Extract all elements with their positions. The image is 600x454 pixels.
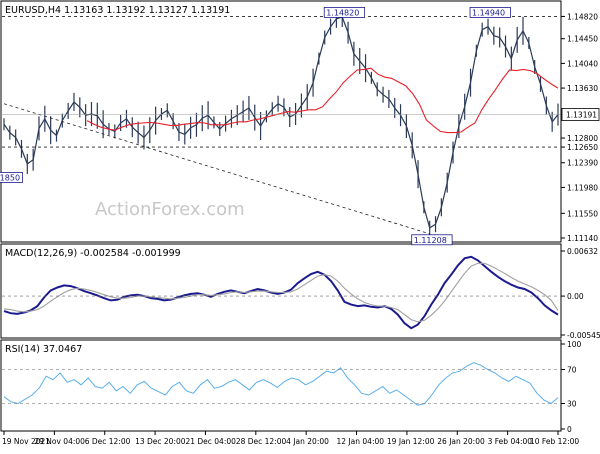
price-tick-label: 1.14040 bbox=[567, 59, 598, 68]
rsi-tick-label: 70 bbox=[567, 366, 577, 375]
price-tick-label: 1.12800 bbox=[567, 134, 598, 143]
macd-layer bbox=[2, 255, 560, 330]
price-layer: 1.14820 1.14940 1.11208 1850 bbox=[0, 7, 560, 246]
price-tick-label: 1.12390 bbox=[567, 159, 598, 168]
rsi-tick-label: 100 bbox=[567, 340, 582, 349]
x-tick-label: 10 Feb 12:00 bbox=[530, 437, 579, 446]
x-tick-label: 12 Jan 04:00 bbox=[337, 437, 385, 446]
rsi-panel-frame bbox=[0, 339, 562, 432]
price-series-1 bbox=[86, 67, 559, 134]
rsi-layer bbox=[2, 362, 560, 406]
annotation-label: 1.14820 bbox=[326, 8, 359, 17]
x-tick-label: 6 Dec 12:00 bbox=[85, 437, 131, 446]
price-tick-label: 1.13630 bbox=[567, 84, 598, 93]
macd-tick-label: -0.005455 bbox=[567, 331, 600, 340]
price-tick-label: 1.11980 bbox=[567, 183, 598, 192]
price-tick-label: 1.14450 bbox=[567, 35, 598, 44]
watermark: ActionForex.com bbox=[95, 199, 245, 220]
rsi-tick-label: 30 bbox=[567, 400, 577, 409]
macd-title: MACD(12,26,9) -0.002584 -0.001999 bbox=[5, 248, 181, 259]
rsi-series-0 bbox=[3, 362, 559, 406]
symbol-info: EURUSD,H4 1.13163 1.13192 1.13127 1.1319… bbox=[5, 5, 230, 16]
annotation-label: 1850 bbox=[0, 173, 20, 182]
x-tick-label: 13 Dec 20:00 bbox=[135, 437, 186, 446]
rsi-tick-label: 0 bbox=[567, 425, 572, 434]
price-tick-label: 1.12650 bbox=[567, 143, 598, 152]
annotation-label: 1.11208 bbox=[414, 236, 447, 245]
rsi-title: RSI(14) 37.0467 bbox=[5, 344, 82, 355]
chart-container: EURUSD,H4 1.13163 1.13192 1.13127 1.1319… bbox=[0, 0, 600, 450]
x-tick-label: 19 Jan 12:00 bbox=[387, 437, 435, 446]
x-tick-label: 3 Feb 04:00 bbox=[488, 437, 533, 446]
current-price-label: 1.13191 bbox=[566, 111, 597, 120]
x-tick-label: 26 Jan 20:00 bbox=[437, 437, 485, 446]
x-tick-label: 21 Dec 04:00 bbox=[185, 437, 236, 446]
chart-svg: EURUSD,H4 1.13163 1.13192 1.13127 1.1319… bbox=[0, 0, 600, 446]
price-tick-label: 1.11140 bbox=[567, 234, 598, 243]
macd-tick-label: 0.00632 bbox=[567, 247, 598, 256]
x-tick-label: 28 Dec 12:00 bbox=[236, 437, 287, 446]
price-panel-frame bbox=[0, 0, 562, 243]
macd-tick-label: 0.00 bbox=[567, 292, 584, 301]
annotation-label: 1.14940 bbox=[472, 8, 505, 17]
x-tick-label: 29 Nov 04:00 bbox=[34, 437, 85, 446]
price-tick-label: 1.11550 bbox=[567, 209, 598, 218]
price-tick-label: 1.14820 bbox=[567, 12, 598, 21]
x-tick-label: 4 Jan 20:00 bbox=[286, 437, 329, 446]
